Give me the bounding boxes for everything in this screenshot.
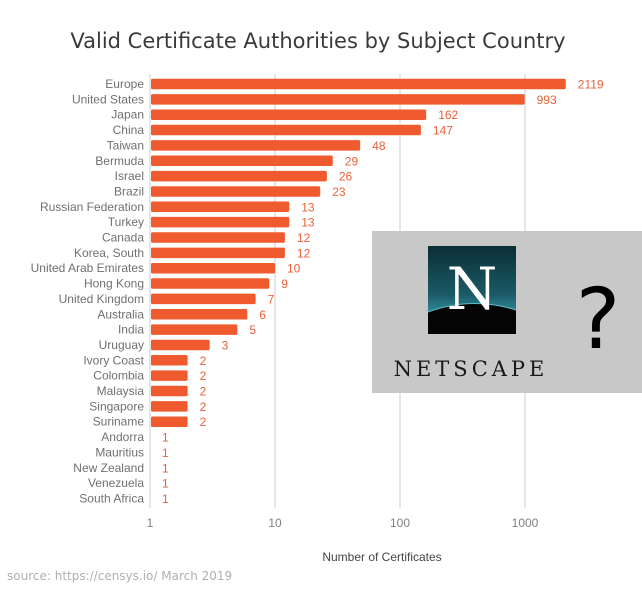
x-axis-ticks: 1 10 100 1000: [147, 516, 539, 530]
category-label: New Zealand: [73, 461, 144, 475]
category-label: Israel: [115, 169, 144, 183]
x-tick-label: 100: [390, 516, 410, 530]
bar: [151, 140, 361, 151]
category-labels: EuropeUnited States JapanChinaTaiwan Bermu…: [31, 77, 145, 505]
bar: [151, 416, 188, 427]
category-label: Colombia: [93, 369, 144, 383]
category-label: China: [113, 123, 145, 137]
source-note: source: https://censys.io/ March 2019: [7, 569, 232, 583]
category-label: Japan: [111, 108, 144, 122]
category-label: Andorra: [101, 430, 144, 444]
bar: [151, 278, 270, 289]
value-label: 9: [281, 277, 288, 291]
bar: [151, 186, 321, 197]
chart-title: Valid Certificate Authorities by Subject…: [70, 29, 565, 53]
bar: [151, 293, 256, 305]
category-label: Uruguay: [99, 338, 144, 352]
logo-letter: N: [447, 255, 498, 323]
category-label: United Kingdom: [59, 292, 144, 306]
bar: [151, 94, 525, 105]
value-label: 1: [162, 461, 169, 475]
value-label: 162: [438, 108, 458, 122]
category-label: Korea, South: [74, 246, 144, 260]
category-label: Suriname: [93, 415, 145, 429]
value-label: 2: [200, 400, 207, 414]
value-label: 12: [297, 246, 311, 260]
category-label: Russian Federation: [40, 200, 144, 214]
bar-chart: Valid Certificate Authorities by Subject…: [7, 29, 642, 583]
category-label: Europe: [105, 77, 144, 91]
x-tick-label: 1000: [512, 516, 539, 530]
bar: [151, 170, 327, 182]
bar: [151, 355, 188, 366]
question-mark-icon: ?: [576, 270, 621, 368]
bar: [151, 385, 188, 397]
bar: [151, 401, 188, 412]
value-label: 2: [200, 369, 207, 383]
bar: [151, 262, 275, 274]
category-label: Hong Kong: [84, 277, 144, 291]
value-label: 2119: [578, 78, 604, 92]
x-tick-label: 1: [147, 516, 154, 530]
bar: [151, 201, 290, 213]
bar: [151, 232, 285, 243]
bar: [151, 247, 285, 259]
value-label: 1: [162, 431, 169, 445]
category-label: Bermuda: [95, 154, 144, 168]
category-label: Brazil: [114, 184, 144, 198]
value-label: 993: [537, 93, 557, 107]
bar: [151, 216, 290, 228]
value-label: 29: [345, 154, 359, 168]
value-label: 1: [162, 492, 169, 506]
value-label: 7: [268, 292, 275, 306]
category-label: Turkey: [108, 215, 144, 229]
logo-wordmark: NETSCAPE: [394, 357, 549, 381]
value-label: 13: [301, 216, 315, 230]
category-label: Ivory Coast: [83, 353, 144, 367]
value-label: 147: [433, 124, 453, 138]
bar: [151, 109, 427, 120]
value-label: 23: [332, 185, 346, 199]
bar: [151, 339, 210, 351]
category-label: Mauritius: [95, 445, 144, 459]
value-label: 13: [301, 200, 315, 214]
x-tick-label: 10: [268, 516, 282, 530]
category-label: Australia: [97, 307, 144, 321]
bar: [151, 124, 421, 136]
category-label: Singapore: [89, 399, 144, 413]
category-label: United Arab Emirates: [31, 261, 144, 275]
bar: [151, 155, 333, 166]
category-label: Malaysia: [97, 384, 145, 398]
value-label: 12: [297, 231, 311, 245]
value-label: 3: [222, 338, 229, 352]
value-label: 10: [287, 262, 301, 276]
value-label: 1: [162, 477, 169, 491]
category-label: United States: [72, 92, 144, 106]
value-label: 5: [249, 323, 256, 337]
category-label: Taiwan: [107, 138, 144, 152]
x-axis-label: Number of Certificates: [322, 550, 441, 564]
netscape-logo-icon: N: [427, 246, 517, 334]
bar: [151, 324, 238, 335]
value-label: 2: [200, 354, 207, 368]
value-label: 6: [259, 308, 266, 322]
bar: [151, 370, 188, 381]
category-label: Canada: [102, 231, 144, 245]
bar: [151, 309, 248, 320]
value-label: 2: [200, 415, 207, 429]
value-label: 2: [200, 385, 207, 399]
category-label: India: [118, 323, 144, 337]
category-label: Venezuela: [88, 476, 144, 490]
category-label: South Africa: [79, 491, 144, 505]
netscape-annotation-image: N NETSCAPE ?: [372, 231, 642, 393]
value-label: 1: [162, 446, 169, 460]
value-label: 48: [372, 139, 386, 153]
value-label: 26: [339, 170, 353, 184]
bar: [151, 78, 566, 90]
